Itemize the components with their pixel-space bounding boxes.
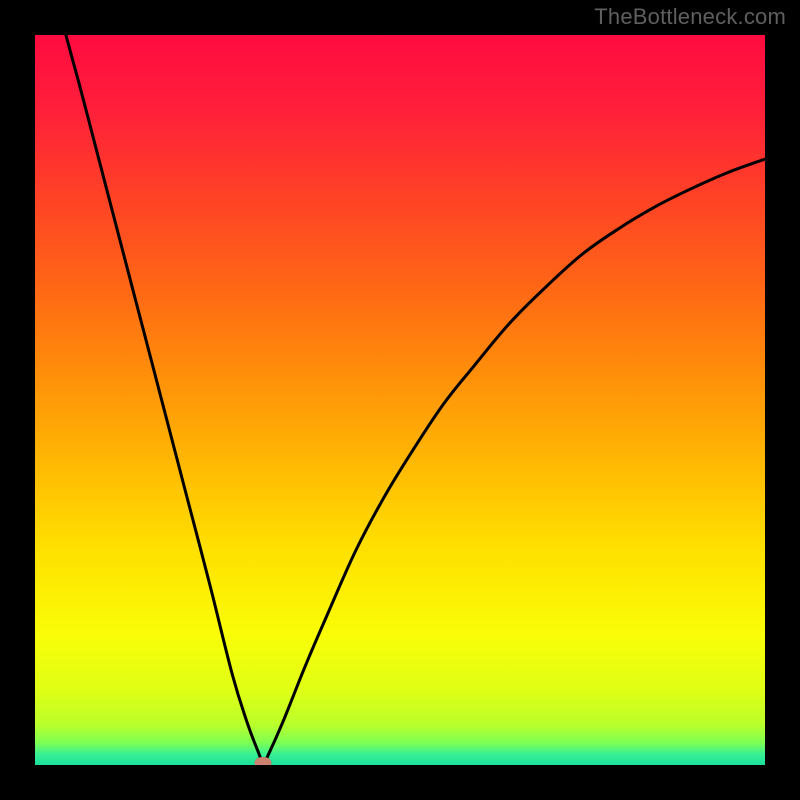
minimum-marker: [255, 757, 272, 765]
plot-area: [35, 35, 765, 765]
watermark-text: TheBottleneck.com: [594, 4, 786, 30]
bottleneck-curve: [35, 35, 765, 765]
outer-frame: TheBottleneck.com: [0, 0, 800, 800]
